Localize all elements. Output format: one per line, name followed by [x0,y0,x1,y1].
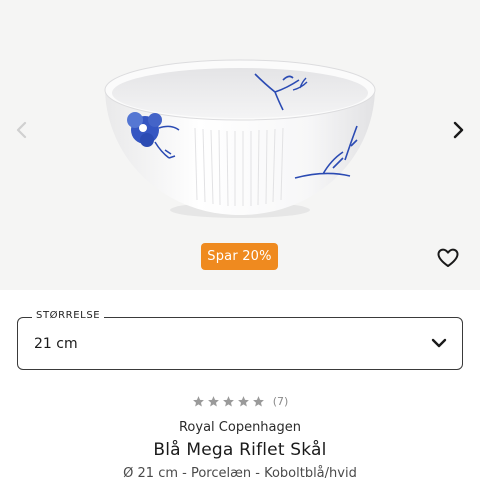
discount-badge: Spar 20% [201,243,278,270]
review-count[interactable]: (7) [273,395,289,408]
star-icon [252,395,265,408]
chevron-down-icon [430,334,448,352]
product-image [104,59,376,218]
star-icon [222,395,235,408]
next-image-button[interactable] [444,116,472,144]
product-title: Blå Mega Riflet Skål [153,440,327,460]
star-icon [207,395,220,408]
size-select[interactable]: STØRRELSE 21 cm [17,310,463,370]
chevron-left-icon [16,121,27,139]
product-gallery[interactable]: Spar 20% [0,0,480,290]
product-subtitle: Ø 21 cm - Porcelæn - Koboltblå/hvid [123,466,357,480]
star-icon [192,395,205,408]
star-icon [237,395,250,408]
size-select-value: 21 cm [34,336,78,352]
product-brand[interactable]: Royal Copenhagen [0,420,480,435]
chevron-right-icon [453,121,464,139]
product-rating[interactable]: (7) [0,395,480,408]
heart-outline-icon [437,248,459,267]
previous-image-button[interactable] [8,116,36,144]
favorite-button[interactable] [434,244,462,272]
size-select-label: STØRRELSE [32,310,105,321]
